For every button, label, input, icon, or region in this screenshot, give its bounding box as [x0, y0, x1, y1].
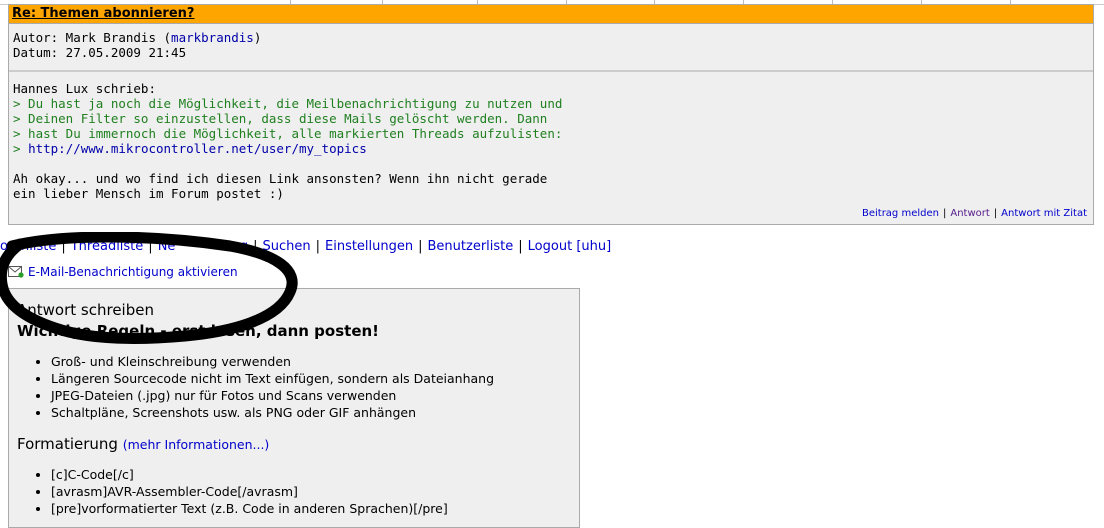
list-item: Groß- und Kleinschreibung verwenden [51, 353, 579, 370]
nav-new-post[interactable]: Ne trag [158, 239, 248, 254]
post-actions: Beitrag melden | Antwort | Antwort mit Zitat [861, 208, 1087, 219]
reply-line: Ah okay... und wo find ich diesen Link a… [13, 171, 548, 186]
rules-heading: Wichtige Regeln - erst lesen, dann poste… [17, 322, 380, 340]
my-topics-link[interactable]: http://www.mikrocontroller.net/user/my_t… [28, 141, 367, 156]
reply-link[interactable]: Antwort [950, 208, 989, 219]
nav-logout[interactable]: Logout [uhu] [528, 239, 612, 254]
list-item: JPEG-Dateien (.jpg) nur für Fotos und Sc… [51, 387, 579, 404]
report-post-link[interactable]: Beitrag melden [862, 208, 939, 219]
mail-icon [8, 266, 24, 278]
email-notify-link[interactable]: E-Mail-Benachrichtigung aktivieren [28, 265, 238, 279]
format-title: Formatierung [17, 435, 118, 453]
post-body: Hannes Lux schrieb: > Du hast ja noch die… [9, 72, 1093, 201]
nav-thread-list[interactable]: Threadliste [71, 239, 144, 254]
list-item: [pre]vorformatierter Text (z.B. Code in … [51, 500, 579, 517]
list-item: [avrasm]AVR-Assembler-Code[/avrasm] [51, 483, 579, 500]
author-label: Autor: Mark Brandis ( [13, 30, 172, 45]
author-link[interactable]: markbrandis [171, 30, 254, 45]
nav-user-list[interactable]: Benutzerliste [428, 239, 514, 254]
rules-list: Groß- und Kleinschreibung verwenden Läng… [17, 353, 579, 421]
quote-intro: Hannes Lux schrieb: [13, 81, 156, 96]
author-close: ) [253, 30, 262, 45]
nav-forum-list[interactable]: orenliste [0, 239, 56, 254]
quote-line: > hast Du immernoch die Möglichkeit, all… [13, 126, 563, 141]
list-item: [c]C-Code[/c] [51, 466, 579, 483]
forum-post: Re: Themen abonnieren? Autor: Mark Brand… [8, 4, 1094, 225]
post-meta: Autor: Mark Brandis (markbrandis) Datum:… [9, 24, 1093, 72]
quote-line: > Du hast ja noch die Möglichkeit, die M… [13, 96, 563, 111]
post-header: Re: Themen abonnieren? [9, 5, 1093, 24]
quote-prefix: > [13, 141, 29, 156]
quote-line: > Deinen Filter so einzustellen, dass di… [13, 111, 548, 126]
format-heading: Formatierung (mehr Informationen...) [17, 435, 579, 454]
reply-heading: Antwort schreiben [17, 301, 154, 319]
post-date: Datum: 27.05.2009 21:45 [13, 45, 187, 60]
forum-nav: orenliste | Threadliste | Ne trag | Suchen | Eins… [0, 239, 612, 254]
reply-panel: Antwort schreiben Wichtige Regeln - erst… [8, 288, 580, 528]
post-title-link[interactable]: Re: Themen abonnieren? [12, 6, 194, 21]
list-item: Schaltpläne, Screenshots usw. als PNG od… [51, 404, 579, 421]
reply-quote-link[interactable]: Antwort mit Zitat [1001, 208, 1087, 219]
reply-line: ein lieber Mensch im Forum postet :) [13, 186, 284, 201]
format-more-link[interactable]: (mehr Informationen...) [123, 437, 270, 452]
author-line: Autor: Mark Brandis (markbrandis) [13, 30, 1093, 45]
quote-url-line: > http://www.mikrocontroller.net/user/my… [13, 141, 1093, 156]
list-item: Längeren Sourcecode nicht im Text einfüg… [51, 370, 579, 387]
email-notify: E-Mail-Benachrichtigung aktivieren [8, 265, 238, 279]
nav-settings[interactable]: Einstellungen [325, 239, 413, 254]
nav-search[interactable]: Suchen [262, 239, 310, 254]
format-list: [c]C-Code[/c] [avrasm]AVR-Assembler-Code… [17, 466, 579, 517]
